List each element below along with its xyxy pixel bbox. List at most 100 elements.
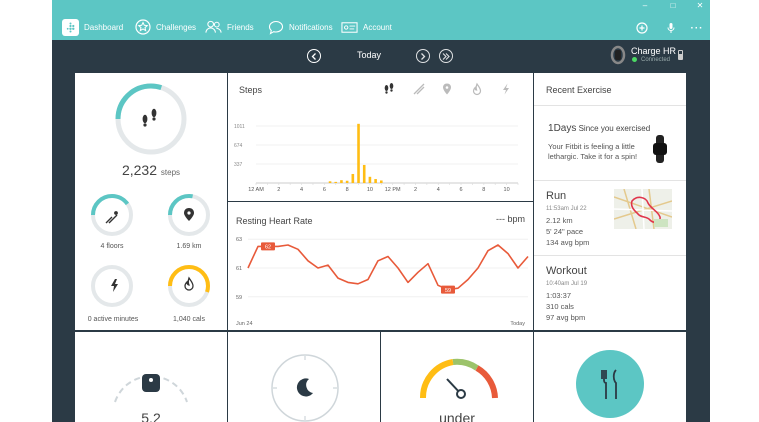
weight-card[interactable]: 5.2 — [75, 332, 227, 422]
fitbit-logo-icon — [62, 18, 79, 36]
days-since-exercise: 1Days Since you exercised — [548, 123, 650, 134]
maximize-button[interactable]: □ — [668, 1, 678, 10]
close-window-button[interactable]: ✕ — [695, 1, 705, 10]
nav-dashboard[interactable]: Dashboard — [62, 17, 123, 37]
nav-account[interactable]: Account — [341, 17, 392, 37]
nav-dashboard-label: Dashboard — [84, 22, 124, 32]
run-entry[interactable]: Run 11:53am Jul 22 2.12 km 5' 24" pace 1… — [534, 181, 686, 255]
moon-icon — [296, 378, 313, 397]
sleep-card[interactable] — [228, 332, 380, 422]
recent-exercise-card[interactable]: Recent Exercise 1Days Since you exercise… — [534, 73, 686, 330]
recent-exercise-title: Recent Exercise — [546, 85, 612, 95]
hr-y-tick: 63 — [236, 237, 242, 243]
calories-value: 1,040 — [173, 316, 191, 323]
run-time: 11:53am Jul 22 — [546, 206, 587, 212]
footsteps-icon — [142, 108, 157, 127]
steps-bar — [351, 173, 355, 183]
nav-challenges-label: Challenges — [156, 22, 197, 32]
steps-bar — [334, 181, 338, 183]
nav-challenges[interactable]: Challenges — [134, 17, 196, 37]
run-bpm: 134 avg bpm — [546, 238, 590, 247]
progress-rings — [91, 83, 210, 307]
hr-y-tick: 61 — [236, 266, 242, 272]
steps-x-tick: 10 — [504, 187, 510, 193]
floors-value: 4 — [100, 243, 105, 250]
hr-value-label: 59 — [445, 288, 451, 294]
hr-series-line — [247, 244, 529, 291]
calories-unit: cals — [192, 316, 205, 323]
activity-stats-card[interactable]: 2,232 steps 4 floors 1.69 km 0 active mi… — [75, 73, 227, 330]
nav-notifications[interactable]: Notifications — [267, 17, 333, 37]
lethargic-message: Your Fitbit is feeling a little lethargi… — [548, 142, 638, 161]
steps-x-tick: 2 — [414, 187, 417, 193]
workout-time: 10:40am Jul 19 — [546, 281, 588, 287]
connected-indicator — [632, 57, 637, 62]
steps-chart-card[interactable]: Steps 1011 674 337 12 AM 2 4 6 8 10 12 PM 2 4 6 8 10 — [228, 73, 533, 201]
steps-bar — [374, 179, 377, 183]
more-menu-button[interactable]: ··· — [690, 22, 704, 34]
jump-to-today-button[interactable] — [439, 49, 453, 63]
divider — [534, 105, 686, 106]
battery-icon — [678, 50, 683, 60]
steps-x-tick: 10 — [367, 187, 373, 193]
star-icon — [134, 19, 151, 36]
microphone-button[interactable] — [664, 22, 678, 34]
steps-x-tick: 6 — [460, 187, 463, 193]
microphone-icon — [667, 23, 675, 33]
nav-friends[interactable]: Friends — [205, 17, 254, 37]
workout-calories: 310 cals — [546, 302, 574, 311]
stairs-icon — [105, 211, 118, 224]
food-calories-card[interactable]: under — [381, 332, 533, 422]
steps-y-tick: 337 — [234, 162, 243, 168]
chat-icon — [267, 19, 284, 36]
next-day-button[interactable] — [416, 49, 430, 63]
nav-notifications-label: Notifications — [289, 22, 333, 32]
steps-y-tick: 1011 — [234, 124, 245, 130]
run-title: Run — [546, 190, 567, 202]
steps-x-tick: 4 — [437, 187, 440, 193]
distance-summary: 1.69 km — [162, 243, 216, 250]
sync-button[interactable] — [635, 22, 649, 34]
steps-unit: steps — [160, 168, 181, 177]
previous-day-button[interactable] — [307, 49, 321, 63]
floors-summary: 4 floors — [85, 243, 139, 250]
steps-bar — [340, 180, 343, 183]
device-status: Connected — [641, 57, 671, 63]
date-bar: Today Charge HR Connected — [52, 40, 710, 72]
workout-entry[interactable]: Workout 10:40am Jul 19 1:03:37 310 cals … — [534, 256, 686, 330]
steps-bar — [357, 123, 360, 183]
steps-bar — [328, 181, 332, 183]
hr-x-start: Jun 24 — [236, 321, 253, 327]
current-date-label: Today — [356, 50, 382, 60]
steps-x-tick: 4 — [300, 187, 303, 193]
heart-rate-line-chart: 63 61 59 62 59 Jun 24 Today — [236, 237, 529, 327]
nav-account-label: Account — [363, 22, 392, 32]
workout-duration: 1:03:37 — [546, 291, 572, 300]
active-unit: active minutes — [93, 316, 139, 323]
workout-bpm: 97 avg bpm — [546, 313, 586, 322]
days-unit: Days — [553, 123, 577, 134]
hr-y-tick: 59 — [236, 295, 242, 301]
minimize-button[interactable]: – — [640, 1, 650, 10]
friends-icon — [205, 19, 222, 36]
food-log-card[interactable] — [534, 332, 686, 422]
fitbit-band-icon — [650, 135, 670, 163]
active-value: 0 — [87, 316, 92, 323]
steps-x-tick: 8 — [346, 187, 349, 193]
resting-heart-rate-card[interactable]: Resting Heart Rate --- bpm 63 61 59 62 59 Jun… — [228, 202, 533, 330]
chevron-left-icon — [311, 52, 316, 60]
lightning-bolt-icon — [111, 279, 118, 292]
distance-value: 1.69 — [176, 243, 191, 250]
top-nav-bar: Dashboard Challenges Friends Notificatio… — [52, 0, 710, 40]
steps-x-tick: 6 — [323, 187, 326, 193]
steps-bar-chart: 1011 674 337 12 AM 2 4 6 8 10 12 PM 2 4 6 8 10 — [234, 123, 519, 193]
steps-value: 2,232 — [121, 162, 158, 178]
flame-icon — [184, 276, 194, 291]
active-minutes-summary: 0 active minutes — [75, 316, 151, 323]
id-card-icon — [341, 19, 358, 36]
nav-friends-label: Friends — [227, 22, 254, 32]
run-route-map[interactable] — [614, 189, 672, 229]
hr-value-label: 62 — [265, 245, 271, 251]
steps-bar — [380, 180, 383, 183]
scale-icon — [142, 374, 160, 392]
